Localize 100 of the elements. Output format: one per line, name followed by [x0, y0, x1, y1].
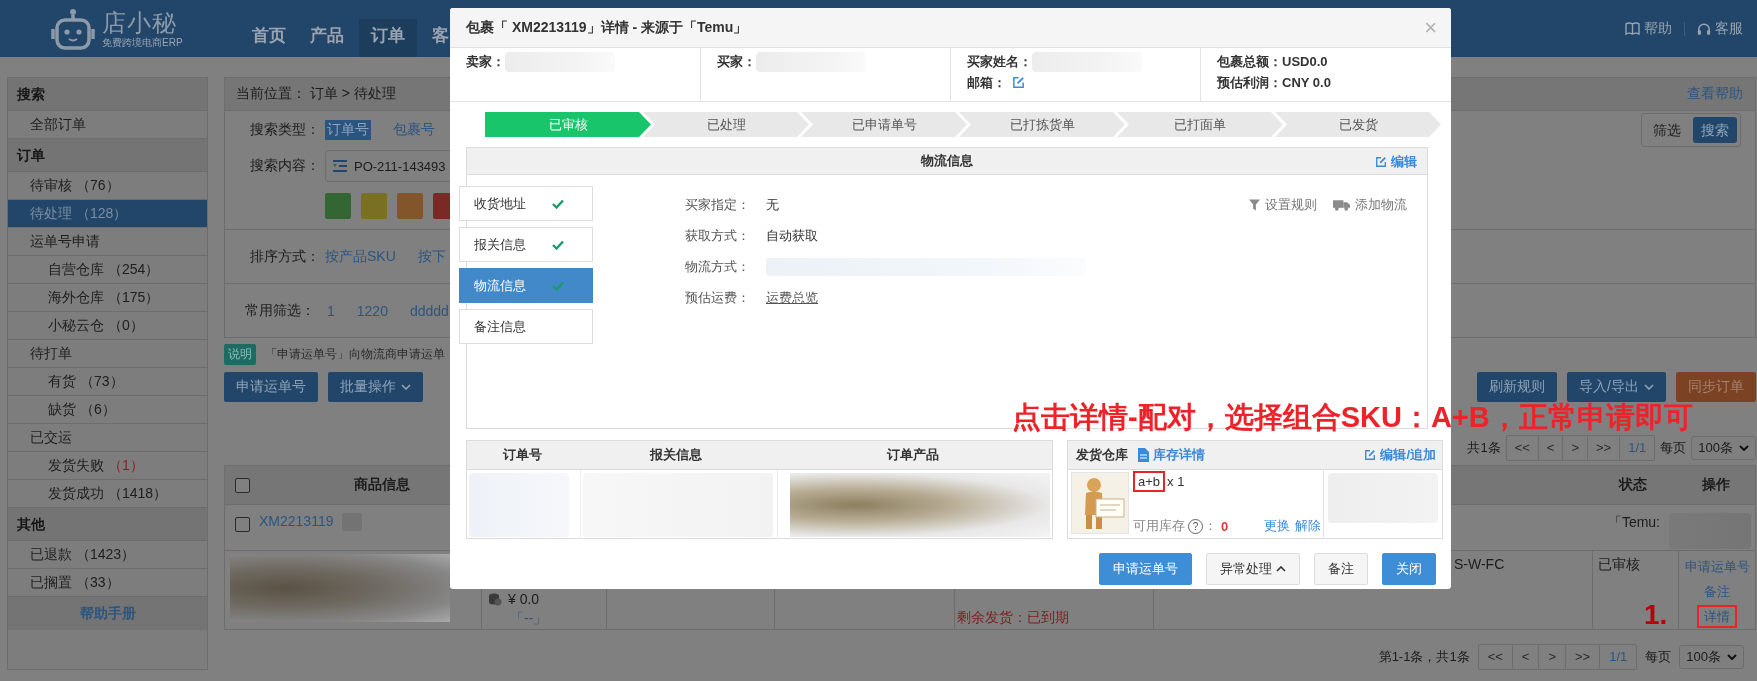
operation-link[interactable]: 详情	[1697, 605, 1737, 628]
filter-option[interactable]: ddddd	[409, 302, 449, 319]
dialog-button[interactable]: 备注	[1314, 553, 1368, 585]
info-label: 邮箱：	[967, 73, 1006, 92]
stock-action-link[interactable]: 更换	[1264, 517, 1290, 535]
edit-append-link[interactable]: 编辑/追加	[1364, 446, 1436, 464]
logo-tagline: 免费跨境电商ERP	[102, 36, 183, 49]
action-button[interactable]: 批量操作	[328, 372, 423, 402]
dialog-button[interactable]: 申请运单号	[1099, 553, 1192, 585]
sidebar-item[interactable]: 有货 （73）	[8, 368, 207, 396]
coins-icon	[488, 592, 502, 606]
progress-step: 已处理	[643, 112, 809, 137]
sidebar-item[interactable]: 缺货 （6）	[8, 396, 207, 424]
column-header: 报关信息	[648, 446, 703, 464]
nav-tab[interactable]: 订单	[359, 19, 417, 57]
help-link[interactable]: 帮助	[1625, 19, 1672, 38]
info-value: CNY 0.0	[1282, 75, 1331, 90]
operation-link[interactable]: 备注	[1701, 580, 1733, 603]
caret-icon	[1644, 384, 1654, 390]
field-label: 搜索内容：	[250, 157, 321, 175]
remaining-ship-time: 剩余发货：已到期	[957, 609, 1069, 625]
sidebar-item[interactable]: 自营仓库 （254）	[8, 256, 207, 284]
sidebar-item[interactable]: 发货失败 （1）	[8, 452, 207, 480]
info-value: USD0.0	[1282, 54, 1328, 69]
section-tab[interactable]: 收货地址	[459, 186, 593, 221]
color-tag[interactable]	[325, 193, 351, 219]
action-button[interactable]: 申请运单号	[224, 372, 318, 402]
pager-button[interactable]: >>	[1566, 645, 1601, 669]
edit-icon	[1364, 449, 1377, 461]
sidebar-item[interactable]: 待处理 （128）	[8, 200, 207, 228]
section-tab[interactable]: 报关信息	[459, 227, 593, 262]
pager-button[interactable]: <	[1512, 645, 1540, 669]
stock-action-link[interactable]: 解除	[1295, 517, 1321, 535]
warehouse-title: 发货仓库	[1076, 446, 1128, 464]
column-header: 订单产品	[886, 446, 940, 464]
caret-icon	[1727, 654, 1737, 660]
sort-option[interactable]: 按产品SKU	[325, 247, 396, 266]
platform-text: 「Temu:	[1607, 514, 1660, 532]
pager-button[interactable]: <<	[1478, 645, 1513, 669]
support-link[interactable]: 客服	[1697, 19, 1743, 38]
pager-button[interactable]: <<	[1506, 436, 1539, 460]
sidebar-item[interactable]: 已交运	[8, 424, 207, 452]
color-tag[interactable]	[397, 193, 423, 219]
nav-tab[interactable]: 首页	[243, 19, 295, 57]
filter-option[interactable]: 1220	[356, 302, 388, 319]
per-page-select[interactable]: 100条	[1691, 436, 1756, 460]
close-button[interactable]: ×	[1424, 14, 1437, 41]
add-logistics-link[interactable]: 添加物流	[1333, 195, 1407, 214]
mode-option[interactable]: 搜索	[1693, 117, 1737, 143]
sku-text: S-W-FC	[1454, 556, 1505, 572]
checkbox[interactable]	[235, 477, 250, 493]
info-label: 卖家：	[466, 52, 505, 71]
color-tag[interactable]	[361, 193, 387, 219]
checkbox[interactable]	[235, 517, 250, 532]
sku-code: a+b	[1133, 471, 1166, 492]
edit-icon[interactable]	[1012, 76, 1025, 89]
search-type-option[interactable]: 订单号	[325, 120, 371, 140]
sidebar-heading: 其他	[8, 508, 207, 541]
edit-link[interactable]: 编辑	[1375, 153, 1417, 171]
stock-details-link[interactable]: 库存详情	[1138, 446, 1205, 464]
column-header: 状态	[1617, 475, 1648, 494]
dialog-title: 包裹「 XM2213119」详情 - 来源于「Temu」	[466, 18, 748, 37]
column-header: 商品信息	[352, 476, 411, 494]
sidebar-item[interactable]: 小秘云仓 （0）	[8, 312, 207, 340]
filter-option[interactable]: 1	[327, 302, 335, 319]
dialog-button[interactable]: 关闭	[1382, 553, 1436, 585]
page-indicator[interactable]: 1/1	[1600, 645, 1637, 669]
operation-link[interactable]: 申请运单号	[1681, 555, 1753, 578]
section-tab[interactable]: 物流信息	[459, 268, 593, 303]
pager-button[interactable]: >	[1563, 436, 1589, 460]
section-tab[interactable]: 备注信息	[459, 309, 593, 344]
per-page-select[interactable]: 100条	[1679, 645, 1744, 669]
action-button[interactable]: 同步订单	[1676, 372, 1756, 402]
sort-option[interactable]: 按下	[417, 247, 446, 266]
field-label: 物流方式：	[685, 257, 751, 276]
info-label: 包裹总额：	[1217, 52, 1282, 71]
pager-button[interactable]: >>	[1588, 436, 1621, 460]
progress-step: 已打面单	[1117, 112, 1283, 137]
sidebar-item[interactable]: 待打单	[8, 340, 207, 368]
info-label: 买家姓名：	[967, 52, 1032, 71]
order-number-link[interactable]: XM2213119	[259, 513, 334, 529]
field-label: 获取方式：	[685, 226, 751, 245]
page-indicator[interactable]: 1/1	[1620, 436, 1655, 460]
dialog-button[interactable]: 异常处理	[1206, 553, 1300, 585]
pager-button[interactable]: >	[1539, 645, 1567, 669]
caret-icon	[401, 384, 411, 390]
set-rules-link[interactable]: 设置规则	[1249, 195, 1317, 214]
search-type-option[interactable]: 包裹号	[391, 120, 437, 140]
sidebar-item[interactable]: 已退款 （1423）	[8, 541, 207, 569]
mode-option[interactable]: 筛选	[1645, 117, 1689, 143]
action-button[interactable]: 导入/导出	[1567, 372, 1666, 402]
sidebar-item[interactable]: 运单号申请	[8, 228, 207, 256]
nav-tab[interactable]: 产品	[301, 19, 353, 57]
shipping-cost-link[interactable]: 运费总览	[766, 288, 818, 307]
pager-button[interactable]: <	[1538, 436, 1564, 460]
sidebar-item[interactable]: 海外仓库 （175）	[8, 284, 207, 312]
breadcrumb: 当前位置： 订单 > 待处理	[236, 85, 396, 103]
action-button[interactable]: 刷新规则	[1477, 372, 1558, 402]
progress-step: 已审核	[485, 112, 651, 137]
per-page-label: 每页	[1660, 439, 1687, 457]
